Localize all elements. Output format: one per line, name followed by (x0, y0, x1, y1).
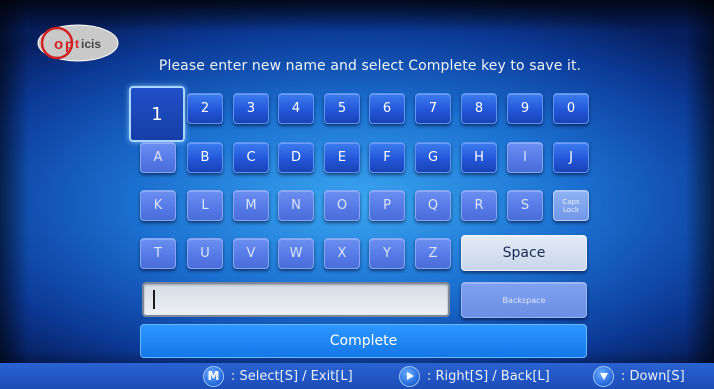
key-l[interactable]: L (187, 190, 223, 221)
instruction-text: Please enter new name and select Complet… (158, 58, 582, 74)
key-1-selected[interactable]: 1 (129, 86, 185, 142)
key-f[interactable]: F (369, 142, 405, 173)
osd-screen: o p t icis Please enter new name and sel… (0, 0, 714, 389)
caps-lock-label-line1: Caps (562, 197, 580, 206)
down-arrow-icon (593, 365, 614, 387)
key-m[interactable]: M (233, 190, 269, 221)
key-q[interactable]: Q (415, 190, 451, 221)
key-x[interactable]: X (324, 238, 360, 269)
key-h[interactable]: H (461, 142, 497, 173)
key-y[interactable]: Y (369, 238, 405, 269)
key-2[interactable]: 2 (187, 93, 223, 124)
key-v[interactable]: V (233, 238, 269, 269)
key-i[interactable]: I (507, 142, 543, 173)
key-c[interactable]: C (233, 142, 269, 173)
caps-lock-label-line2: Lock (563, 205, 579, 214)
opticis-logo: o p t icis (37, 24, 119, 62)
key-o[interactable]: O (324, 190, 360, 221)
key-8[interactable]: 8 (461, 93, 497, 124)
footer-hint-bar: M : Select[S] / Exit[L] : Right[S] / Bac… (0, 363, 714, 389)
svg-text:p: p (65, 36, 74, 52)
svg-text:o: o (54, 36, 63, 53)
key-n[interactable]: N (278, 190, 314, 221)
menu-button-icon: M (203, 365, 224, 387)
right-arrow-icon (399, 365, 420, 387)
key-6[interactable]: 6 (369, 93, 405, 124)
key-0[interactable]: 0 (553, 93, 589, 124)
key-space[interactable]: Space (461, 235, 587, 271)
key-w[interactable]: W (278, 238, 314, 269)
key-b[interactable]: B (187, 142, 223, 173)
key-7[interactable]: 7 (415, 93, 451, 124)
key-e[interactable]: E (324, 142, 360, 173)
hint-right-text: : Right[S] / Back[L] (427, 368, 550, 384)
key-caps-lock[interactable]: Caps Lock (553, 190, 589, 221)
key-k[interactable]: K (140, 190, 176, 221)
key-p[interactable]: P (369, 190, 405, 221)
hint-down-text: : Down[S] (621, 368, 685, 384)
hint-select-text: : Select[S] / Exit[L] (231, 368, 353, 384)
hint-down: : Down[S] (593, 363, 685, 389)
key-j[interactable]: J (553, 142, 589, 173)
hint-right: : Right[S] / Back[L] (399, 363, 550, 389)
name-input[interactable] (142, 282, 450, 317)
key-r[interactable]: R (461, 190, 497, 221)
key-g[interactable]: G (415, 142, 451, 173)
text-caret (153, 290, 155, 309)
key-t[interactable]: T (140, 238, 176, 269)
svg-text:t: t (75, 37, 79, 51)
key-u[interactable]: U (187, 238, 223, 269)
key-a[interactable]: A (140, 142, 176, 173)
key-5[interactable]: 5 (324, 93, 360, 124)
key-s[interactable]: S (507, 190, 543, 221)
key-3[interactable]: 3 (233, 93, 269, 124)
key-backspace[interactable]: Backspace (461, 282, 587, 318)
key-4[interactable]: 4 (278, 93, 314, 124)
key-9[interactable]: 9 (507, 93, 543, 124)
svg-text:icis: icis (81, 37, 101, 51)
complete-button[interactable]: Complete (140, 324, 587, 358)
hint-select: M : Select[S] / Exit[L] (203, 363, 353, 389)
key-d[interactable]: D (278, 142, 314, 173)
key-z[interactable]: Z (415, 238, 451, 269)
